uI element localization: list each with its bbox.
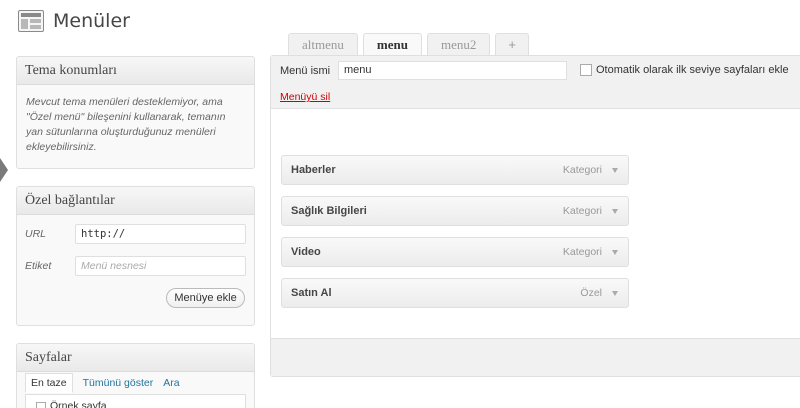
menu-item-title: Haberler: [291, 164, 336, 176]
theme-locations-description: Mevcut tema menüleri desteklemiyor, ama …: [26, 96, 226, 153]
chevron-down-icon[interactable]: [612, 291, 618, 296]
chevron-down-icon[interactable]: [612, 209, 618, 214]
menu-item-title: Satın Al: [291, 287, 332, 299]
page-header: Menüler: [18, 6, 130, 36]
page-title: Menüler: [53, 10, 130, 32]
auto-add-checkbox[interactable]: [580, 64, 592, 76]
url-input[interactable]: http://: [75, 224, 246, 244]
page-checkbox[interactable]: [36, 402, 46, 408]
link-label-input[interactable]: Menü nesnesi: [75, 256, 246, 276]
tab-menu2[interactable]: menu2: [426, 33, 491, 56]
menus-page-icon: [18, 10, 44, 32]
menu-tabs: altmenu menu menu2 +: [288, 33, 529, 57]
tab-most-recent[interactable]: En taze: [25, 373, 73, 393]
tab-view-all[interactable]: Tümünü göster: [83, 377, 154, 393]
custom-links-box: Özel bağlantılar URL http:// Etiket Menü…: [16, 186, 255, 326]
menu-item[interactable]: Video Kategori: [281, 237, 629, 267]
custom-links-title[interactable]: Özel bağlantılar: [17, 187, 254, 215]
pages-title[interactable]: Sayfalar: [17, 344, 254, 372]
add-menu-tab[interactable]: +: [495, 33, 529, 56]
label-row: Etiket Menü nesnesi: [25, 256, 246, 276]
pages-tabs: En taze Tümünü göster Ara: [25, 373, 180, 393]
theme-locations-box: Tema konumları Mevcut tema menüleri dest…: [16, 56, 255, 169]
menu-editor-header: Menü ismi menu Otomatik olarak ilk seviy…: [271, 56, 800, 109]
menu-item[interactable]: Haberler Kategori: [281, 155, 629, 185]
theme-locations-title[interactable]: Tema konumları: [17, 57, 254, 85]
chevron-down-icon[interactable]: [612, 168, 618, 173]
menu-item-title: Video: [291, 246, 321, 258]
url-row: URL http://: [25, 224, 246, 244]
menu-item-type: Kategori: [562, 246, 602, 258]
menu-name-label: Menü ismi: [280, 65, 331, 77]
menu-item[interactable]: Sağlık Bilgileri Kategori: [281, 196, 629, 226]
pages-list: Örnek sayfa: [25, 394, 246, 408]
tab-altmenu[interactable]: altmenu: [288, 33, 358, 56]
url-label: URL: [25, 228, 47, 240]
link-label-label: Etiket: [25, 260, 52, 272]
page-item-label: Örnek sayfa: [50, 400, 107, 408]
tab-search[interactable]: Ara: [163, 377, 179, 393]
menu-item-title: Sağlık Bilgileri: [291, 205, 367, 217]
tab-menu[interactable]: menu: [362, 33, 422, 57]
menu-item-type: Kategori: [562, 164, 602, 176]
menu-editor-footer: [271, 338, 800, 376]
menu-item[interactable]: Satın Al Özel: [281, 278, 629, 308]
add-to-menu-button[interactable]: Menüye ekle: [166, 288, 245, 308]
menu-name-input[interactable]: menu: [338, 61, 567, 80]
delete-menu-link[interactable]: Menüyü sil: [280, 91, 330, 103]
chevron-down-icon[interactable]: [612, 250, 618, 255]
collapse-arrow-icon[interactable]: [0, 158, 8, 182]
menu-item-type: Kategori: [562, 205, 602, 217]
pages-box: Sayfalar En taze Tümünü göster Ara Örnek…: [16, 343, 255, 408]
menu-item-type: Özel: [580, 287, 602, 299]
auto-add-label[interactable]: Otomatik olarak ilk seviye sayfaları ekl…: [596, 64, 789, 76]
menu-editor: Menü ismi menu Otomatik olarak ilk seviy…: [270, 55, 800, 377]
